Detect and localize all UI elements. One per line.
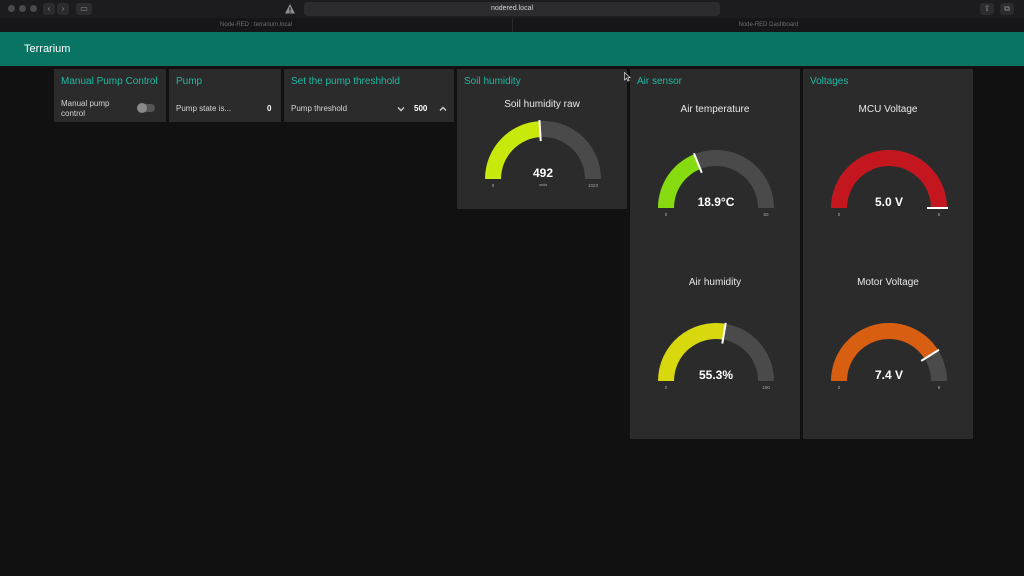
- url-bar[interactable]: nodered.local: [304, 2, 720, 16]
- gauge-value: 55.3%: [699, 368, 733, 382]
- manual-pump-switch[interactable]: [137, 103, 155, 113]
- group-voltages: Voltages MCU Voltage 5.0 V 0 5 Motor Volta…: [803, 69, 973, 439]
- group-title: Air sensor: [637, 76, 683, 87]
- group-title: Soil humidity: [464, 76, 521, 87]
- gauge-title: MCU Voltage: [858, 104, 918, 115]
- pump-threshold-value: 500: [414, 104, 428, 113]
- url-text: nodered.local: [490, 5, 534, 12]
- gauge-max-label: 50: [763, 212, 769, 217]
- browser-toolbar: ‹ › ▭ nodered.local ⇪ ⧉: [0, 0, 1024, 18]
- gauge-min-label: 0: [838, 385, 841, 390]
- gauge-value: 492: [533, 166, 553, 180]
- zoom-window-icon[interactable]: [30, 5, 37, 12]
- gauge-value-arc: [658, 154, 701, 208]
- manual-pump-label-line: Manual pump: [61, 99, 110, 108]
- group-manual-pump-control: Manual Pump Control Manual pump control: [54, 69, 166, 122]
- tab-editor[interactable]: Node-RED : terrarium.local: [0, 18, 512, 32]
- tab-dashboard[interactable]: Node-RED Dashboard: [512, 18, 1024, 32]
- group-soil-humidity: Soil humidity Soil humidity raw 492 units…: [457, 69, 627, 209]
- tab-label: Node-RED : terrarium.local: [219, 22, 293, 28]
- group-pump: Pump Pump state is... 0: [169, 69, 281, 122]
- gauge-min-label: 0: [838, 212, 841, 217]
- group-pump-threshold: Set the pump threshhold Pump threshold 5…: [284, 69, 454, 122]
- group-title: Voltages: [810, 76, 849, 87]
- gauge-mcu-voltage: 5.0 V 0 5: [831, 150, 948, 217]
- warning-icon[interactable]: [284, 3, 296, 15]
- group-title: Set the pump threshhold: [291, 76, 400, 87]
- gauge-max-label: 9: [938, 385, 941, 390]
- gauge-needle: [538, 120, 542, 142]
- gauge-max-label: 1023: [588, 183, 599, 188]
- gauge-min-label: 0: [665, 385, 668, 390]
- gauge-title: Soil humidity raw: [504, 99, 580, 110]
- manual-pump-label-line: control: [61, 109, 86, 118]
- gauge-max-label: 5: [938, 212, 941, 217]
- group-title: Pump: [176, 76, 203, 87]
- minimize-window-icon[interactable]: [19, 5, 26, 12]
- close-window-icon[interactable]: [8, 5, 15, 12]
- gauge-min-label: 0: [492, 183, 495, 188]
- gauge-title: Air temperature: [680, 104, 750, 115]
- share-icon[interactable]: ⇪: [980, 3, 994, 15]
- pump-state-label: Pump state is...: [176, 104, 232, 113]
- gauge-motor-voltage: 7.4 V 0 9: [831, 323, 947, 390]
- chevron-down-icon[interactable]: [396, 104, 406, 114]
- switch-knob: [137, 103, 147, 113]
- gauge-min-label: 0: [665, 212, 668, 217]
- gauge-title: Air humidity: [688, 277, 742, 288]
- group-title: Manual Pump Control: [61, 76, 158, 87]
- gauge-title: Motor Voltage: [857, 277, 919, 288]
- tabs-overview-icon[interactable]: ⧉: [1000, 3, 1014, 15]
- tab-strip: Node-RED : terrarium.local Node-RED Dash…: [0, 18, 1024, 32]
- gauge-soil-humidity-raw: 492 units 0 1023: [485, 120, 601, 188]
- back-icon[interactable]: ‹: [43, 3, 55, 15]
- gauge-value: 18.9°C: [698, 195, 735, 209]
- gauge-max-label: 100: [762, 385, 770, 390]
- page-title: Terrarium: [24, 43, 71, 55]
- chevron-up-icon[interactable]: [438, 104, 448, 114]
- pump-threshold-label: Pump threshold: [291, 104, 348, 113]
- gauge-air-humidity: 55.3% 0 100: [658, 322, 774, 390]
- mouse-cursor-icon: [624, 72, 631, 82]
- gauge-value: 5.0 V: [875, 195, 903, 209]
- forward-icon[interactable]: ›: [57, 3, 69, 15]
- manual-pump-label: Manual pump control: [61, 99, 109, 119]
- dashboard-header: Terrarium: [0, 32, 1024, 66]
- group-air-sensor: Air sensor Air temperature 18.9°C 0 50 Air…: [630, 69, 800, 439]
- sidebar-icon[interactable]: ▭: [76, 3, 92, 15]
- gauge-air-temperature: 18.9°C 0 50: [658, 150, 774, 217]
- gauge-value: 7.4 V: [875, 368, 903, 382]
- tab-label: Node-RED Dashboard: [738, 22, 799, 28]
- browser-chrome: ‹ › ▭ nodered.local ⇪ ⧉ Node-RED : terra…: [0, 0, 1024, 32]
- gauge-unit: units: [539, 182, 547, 187]
- pump-state-value: 0: [267, 104, 272, 113]
